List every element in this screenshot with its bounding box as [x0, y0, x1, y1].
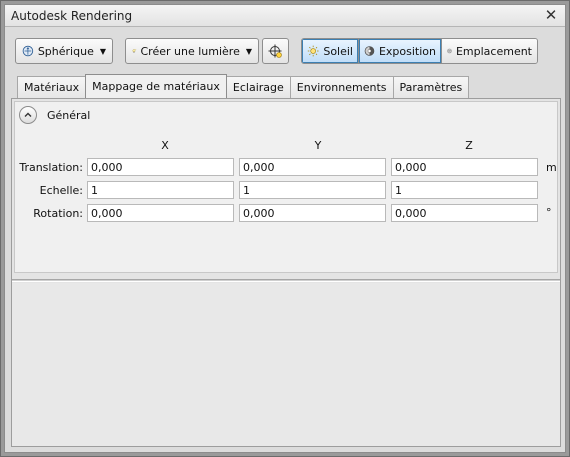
lower-empty-area [12, 283, 560, 446]
title-bar: Autodesk Rendering ✕ [5, 5, 565, 27]
window-title: Autodesk Rendering [11, 9, 133, 23]
column-header-y: Y [314, 139, 322, 152]
translation-x-input[interactable] [87, 158, 234, 176]
scale-z-input[interactable] [391, 181, 538, 199]
render-window: Autodesk Rendering ✕ Sphérique ▼ Créer u… [0, 0, 570, 457]
rotation-y-input[interactable] [239, 204, 386, 222]
scale-y-input[interactable] [239, 181, 386, 199]
tab-eclairage[interactable]: Eclairage [225, 76, 291, 98]
section-title: Général [47, 108, 91, 122]
tab-materiaux[interactable]: Matériaux [17, 76, 87, 98]
collapse-button[interactable] [19, 106, 37, 124]
light-bulb-icon [132, 49, 137, 53]
window-body: Autodesk Rendering ✕ Sphérique ▼ Créer u… [4, 4, 566, 453]
exposition-label: Exposition [378, 44, 436, 58]
translation-z-input[interactable] [391, 158, 538, 176]
close-icon[interactable]: ✕ [543, 7, 559, 23]
create-light-dropdown-button[interactable]: Créer une lumière ▼ [125, 38, 259, 64]
translation-label: Translation: [19, 161, 83, 174]
sun-exposure-location-group: Soleil Exposition Emplacement [301, 38, 538, 64]
emplacement-label: Emplacement [455, 44, 532, 58]
exposition-toggle[interactable]: Exposition [359, 39, 442, 63]
rotation-unit: ° [546, 206, 552, 219]
soleil-toggle[interactable]: Soleil [302, 39, 359, 63]
soleil-label: Soleil [323, 44, 353, 58]
column-header-x: X [161, 139, 169, 152]
target-light-button[interactable] [262, 38, 289, 64]
spherique-label: Sphérique [37, 44, 94, 58]
rotation-label: Rotation: [33, 207, 83, 220]
chevron-down-icon: ▼ [245, 46, 252, 56]
column-header-z: Z [465, 139, 473, 152]
translation-unit: m [546, 161, 557, 174]
tab-environnements[interactable]: Environnements [289, 76, 394, 98]
create-light-label: Créer une lumière [140, 44, 240, 58]
tab-panel: Général X Y Z Translation: m Echelle: Ro… [11, 98, 561, 447]
scale-label: Echelle: [39, 184, 83, 197]
tab-parametres[interactable]: Paramètres [392, 76, 470, 98]
chevron-down-icon: ▼ [99, 46, 106, 56]
section-header: Général [19, 106, 90, 124]
tab-mappage-de-materiaux[interactable]: Mappage de matériaux [85, 74, 227, 98]
splitter[interactable] [12, 279, 560, 282]
sphere-map-icon [22, 45, 34, 57]
emplacement-button[interactable]: Emplacement [442, 39, 537, 63]
spherique-dropdown-button[interactable]: Sphérique ▼ [15, 38, 113, 64]
globe-location-icon [447, 48, 452, 54]
rotation-x-input[interactable] [87, 204, 234, 222]
general-section: Général X Y Z Translation: m Echelle: Ro… [14, 101, 558, 273]
exposure-icon [364, 46, 375, 56]
translation-y-input[interactable] [239, 158, 386, 176]
crosshair-light-icon [268, 44, 282, 58]
chevron-up-icon [24, 112, 32, 117]
scale-x-input[interactable] [87, 181, 234, 199]
sun-icon [307, 45, 319, 57]
tab-bar: Matériaux Mappage de matériaux Eclairage… [17, 74, 470, 98]
rotation-z-input[interactable] [391, 204, 538, 222]
